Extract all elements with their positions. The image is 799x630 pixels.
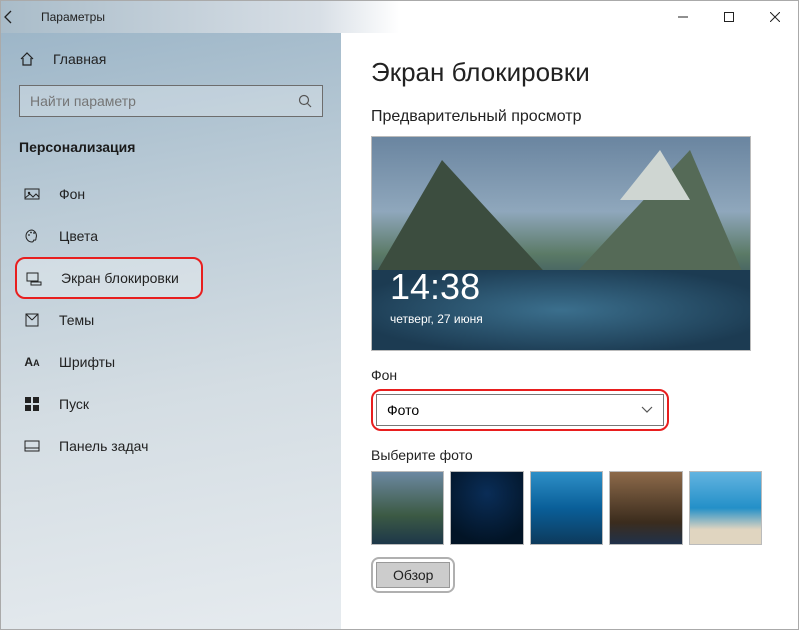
photo-thumb[interactable] <box>689 471 762 545</box>
titlebar: Параметры <box>1 1 798 33</box>
nav-label: Экран блокировки <box>61 270 179 286</box>
sidebar-item-themes[interactable]: Темы <box>19 299 323 341</box>
dropdown-value: Фото <box>387 402 419 418</box>
search-input[interactable] <box>19 85 323 117</box>
photo-thumbnails <box>371 471 762 545</box>
background-dropdown[interactable]: Фото <box>376 394 664 426</box>
sidebar-item-taskbar[interactable]: Панель задач <box>19 425 323 467</box>
nav-label: Фон <box>59 186 85 202</box>
home-link[interactable]: Главная <box>19 51 323 67</box>
fonts-icon: AA <box>23 355 41 369</box>
nav-label: Пуск <box>59 396 89 412</box>
nav-label: Шрифты <box>59 354 115 370</box>
lockscreen-preview: 14:38 четверг, 27 июня <box>371 136 751 351</box>
page-heading: Экран блокировки <box>371 57 762 88</box>
nav-label: Цвета <box>59 228 98 244</box>
photo-thumb[interactable] <box>530 471 603 545</box>
content-area: Экран блокировки Предварительный просмот… <box>341 33 798 629</box>
search-field[interactable] <box>30 93 298 109</box>
sidebar-item-colors[interactable]: Цвета <box>19 215 323 257</box>
sidebar: Главная Персонализация Фон Цвета Экран б… <box>1 33 341 629</box>
photo-thumb[interactable] <box>609 471 682 545</box>
search-icon <box>298 94 312 108</box>
sidebar-item-background[interactable]: Фон <box>19 173 323 215</box>
lockscreen-icon <box>25 270 43 286</box>
photo-thumb[interactable] <box>450 471 523 545</box>
nav-label: Темы <box>59 312 94 328</box>
picture-icon <box>23 186 41 202</box>
palette-icon <box>23 228 41 244</box>
maximize-button[interactable] <box>706 1 752 33</box>
sidebar-item-fonts[interactable]: AA Шрифты <box>19 341 323 383</box>
browse-button[interactable]: Обзор <box>376 562 450 588</box>
photo-thumb[interactable] <box>371 471 444 545</box>
background-section-label: Фон <box>371 367 762 383</box>
home-icon <box>19 51 35 67</box>
themes-icon <box>23 312 41 328</box>
start-icon <box>23 397 41 411</box>
preview-time: 14:38 <box>390 266 480 308</box>
chevron-down-icon <box>641 406 653 414</box>
preview-date: четверг, 27 июня <box>390 312 483 326</box>
taskbar-icon <box>23 440 41 452</box>
window-title: Параметры <box>41 10 105 24</box>
close-button[interactable] <box>752 1 798 33</box>
back-button[interactable] <box>1 9 41 25</box>
nav-label: Панель задач <box>59 438 148 454</box>
minimize-button[interactable] <box>660 1 706 33</box>
choose-photo-label: Выберите фото <box>371 447 762 463</box>
preview-label: Предварительный просмотр <box>371 108 762 126</box>
category-label: Персонализация <box>19 139 323 155</box>
sidebar-item-start[interactable]: Пуск <box>19 383 323 425</box>
sidebar-item-lockscreen[interactable]: Экран блокировки <box>15 257 203 299</box>
home-label: Главная <box>53 51 106 67</box>
